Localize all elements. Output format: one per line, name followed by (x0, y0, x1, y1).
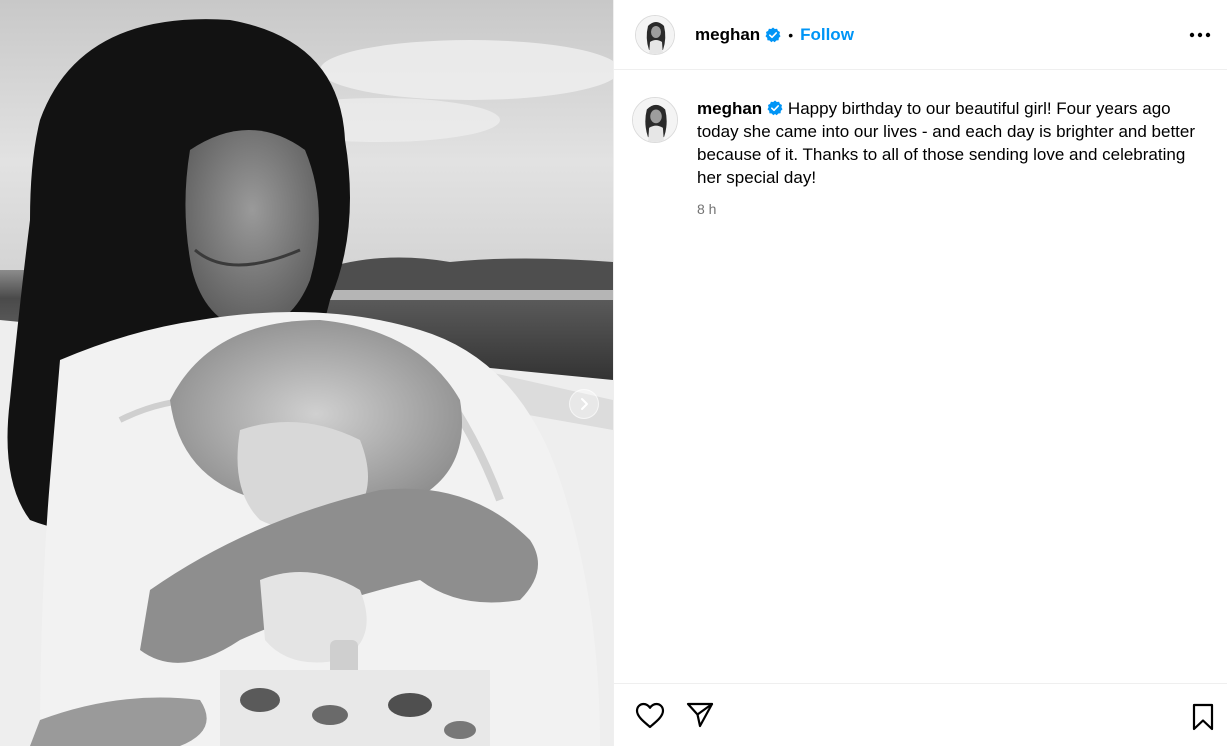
avatar-image (633, 98, 677, 142)
follow-button[interactable]: Follow (800, 25, 854, 45)
next-photo-button[interactable] (569, 389, 599, 419)
header-username[interactable]: meghan (695, 25, 760, 45)
heart-icon (635, 702, 665, 728)
avatar-image (636, 15, 674, 54)
caption-text-block: meghan Happy birthday to our beautiful g… (697, 97, 1211, 221)
more-options-button[interactable] (1187, 22, 1213, 48)
caption-block: meghan Happy birthday to our beautiful g… (614, 70, 1227, 221)
like-button[interactable] (634, 699, 666, 731)
paper-plane-icon (686, 702, 714, 728)
photo-illustration (0, 0, 613, 746)
chevron-right-icon (581, 398, 588, 410)
post-details-panel: meghan • Follow meghan Happy birthday to… (613, 0, 1227, 746)
share-button[interactable] (684, 699, 716, 731)
post-timestamp[interactable]: 8 h (697, 198, 1211, 221)
bookmark-icon (1192, 703, 1214, 731)
save-button[interactable] (1187, 701, 1219, 733)
post-photo[interactable] (0, 0, 613, 746)
avatar[interactable] (635, 14, 675, 55)
action-bar (614, 683, 1227, 746)
verified-badge-icon (767, 100, 783, 116)
separator-dot: • (788, 26, 794, 43)
verified-badge-icon (765, 27, 781, 42)
post-header: meghan • Follow (614, 0, 1227, 70)
caption-username[interactable]: meghan (697, 99, 762, 118)
caption-avatar[interactable] (632, 97, 678, 143)
more-options-icon (1189, 32, 1211, 38)
